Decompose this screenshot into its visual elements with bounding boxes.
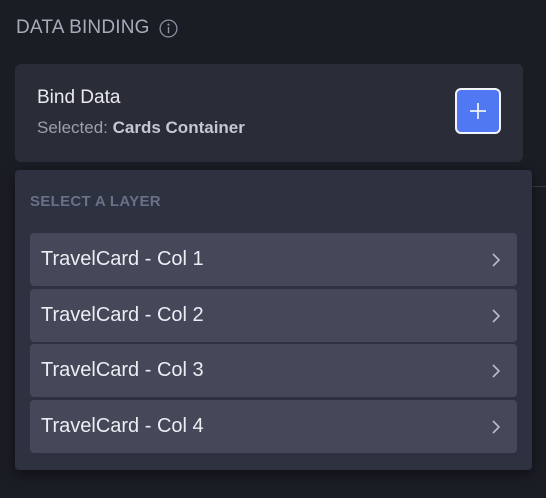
bind-data-title: Bind Data — [37, 87, 121, 108]
plus-icon — [470, 103, 486, 119]
layer-dropdown: SELECT A LAYER TravelCard - Col 1 Travel… — [15, 170, 532, 470]
section-header: DATA BINDING — [16, 17, 178, 39]
info-icon[interactable] — [159, 18, 178, 38]
bind-data-card: Bind Data Selected: Cards Container — [15, 64, 523, 162]
layer-item-col-3[interactable]: TravelCard - Col 3 — [30, 344, 517, 397]
divider — [532, 186, 546, 187]
chevron-right-icon — [492, 420, 501, 434]
chevron-right-icon — [492, 309, 501, 323]
layer-item-label: TravelCard - Col 2 — [41, 304, 204, 326]
add-binding-button[interactable] — [455, 88, 501, 134]
chevron-right-icon — [492, 364, 501, 378]
chevron-right-icon — [492, 253, 501, 267]
section-title: DATA BINDING — [16, 17, 150, 38]
selected-layer-text: Selected: Cards Container — [37, 118, 245, 138]
selected-layer-name: Cards Container — [112, 118, 245, 137]
dropdown-label: SELECT A LAYER — [30, 193, 161, 210]
layer-item-col-1[interactable]: TravelCard - Col 1 — [30, 233, 517, 286]
selected-prefix: Selected: — [37, 118, 108, 137]
layer-item-col-2[interactable]: TravelCard - Col 2 — [30, 289, 517, 342]
data-binding-panel: DATA BINDING Bind Data Selected: Cards C… — [0, 0, 546, 498]
layer-item-label: TravelCard - Col 4 — [41, 415, 204, 437]
layer-item-col-4[interactable]: TravelCard - Col 4 — [30, 400, 517, 453]
layer-item-label: TravelCard - Col 1 — [41, 248, 204, 270]
layer-item-label: TravelCard - Col 3 — [41, 359, 204, 381]
